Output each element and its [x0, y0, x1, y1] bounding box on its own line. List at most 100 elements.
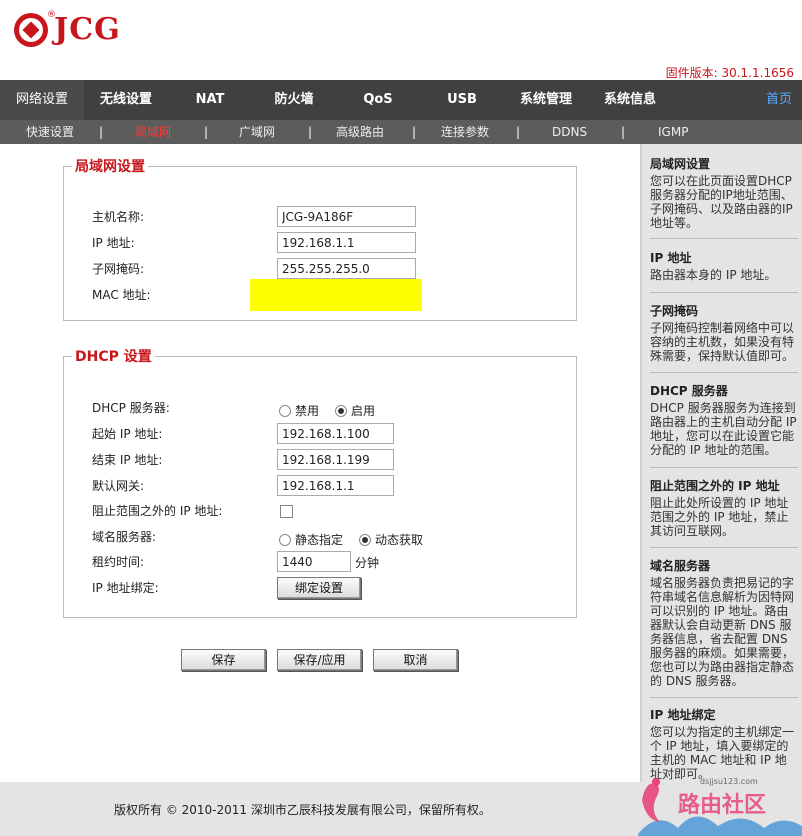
lan-ip-row: IP 地址: [92, 232, 135, 254]
save-apply-button[interactable]: 保存/应用 [277, 649, 362, 671]
lan-ip-input[interactable] [277, 232, 416, 253]
tab-wireless-settings[interactable]: 无线设置 [84, 80, 168, 120]
lan-ip-label: IP 地址: [92, 236, 135, 250]
subnav-quick-setup[interactable]: 快速设置 [26, 120, 74, 144]
bind-settings-button[interactable]: 绑定设置 [277, 577, 361, 599]
help-section-dns: 域名服务器 域名服务器负责把易记的字符串域名信息解析为因特网可以识别的 IP 地… [650, 557, 798, 688]
help-section-dhcp: DHCP 服务器 DHCP 服务器服务为连接到路由器上的主机自动分配 IP 地址… [650, 382, 798, 457]
start-ip-label: 起始 IP 地址: [92, 427, 163, 441]
end-ip-input[interactable] [277, 449, 394, 470]
lease-time-row: 租约时间: [92, 551, 144, 573]
tab-network-settings[interactable]: 网络设置 [0, 80, 84, 120]
save-button[interactable]: 保存 [181, 649, 266, 671]
dhcp-disable-radio[interactable] [279, 404, 291, 417]
logo-registered-mark: ® [47, 10, 56, 20]
mac-address-row: MAC 地址: [92, 284, 151, 306]
lease-time-input[interactable] [277, 551, 351, 572]
tab-system-info[interactable]: 系统信息 [588, 80, 672, 120]
subnav-wan[interactable]: 广域网 [239, 120, 275, 144]
help-text: DHCP 服务器服务为连接到路由器上的主机自动分配 IP 地址，您可以在此设置它… [650, 401, 797, 457]
sub-nav: 快速设置 | 局域网 | 广域网 | 高级路由 | 连接参数 | DDNS | … [0, 120, 802, 144]
cancel-button[interactable]: 取消 [373, 649, 458, 671]
dns-server-label: 域名服务器: [92, 530, 157, 544]
subnet-mask-input[interactable] [277, 258, 416, 279]
block-outside-ip-row: 阻止范围之外的 IP 地址: [92, 500, 222, 522]
help-title: 阻止范围之外的 IP 地址 [650, 479, 780, 493]
gateway-row: 默认网关: [92, 475, 144, 497]
help-text: 域名服务器负责把易记的字符串域名信息解析为因特网可以识别的 IP 地址。路由器默… [650, 576, 795, 688]
ip-binding-label: IP 地址绑定: [92, 581, 159, 595]
dns-dynamic-radio[interactable] [359, 533, 372, 546]
subnet-mask-label: 子网掩码: [92, 262, 145, 276]
tab-qos[interactable]: QoS [336, 80, 420, 120]
help-divider [650, 292, 798, 293]
header: ® JCG 固件版本: 30.1.1.1656 [0, 0, 802, 80]
subnav-igmp[interactable]: IGMP [658, 120, 688, 144]
tab-firewall[interactable]: 防火墙 [252, 80, 336, 120]
gateway-label: 默认网关: [92, 479, 145, 493]
hostname-row: 主机名称: [92, 206, 144, 228]
dhcp-settings-legend: DHCP 设置 [75, 349, 152, 365]
subnav-separator: | [99, 125, 104, 139]
watermark-logo: 路由社区 dsjjsu123.com [638, 777, 802, 836]
lease-time-label: 租约时间: [92, 555, 145, 569]
mac-address-redacted [250, 279, 422, 311]
tab-nat[interactable]: NAT [168, 80, 252, 120]
brand-logo[interactable]: ® JCG [14, 10, 121, 47]
end-ip-row: 结束 IP 地址: [92, 449, 162, 471]
help-title: DHCP 服务器 [650, 384, 728, 398]
subnav-lan[interactable]: 局域网 [135, 120, 171, 144]
subnav-connection-params[interactable]: 连接参数 [441, 120, 489, 144]
help-text: 路由器本身的 IP 地址。 [650, 268, 777, 282]
subnav-separator: | [621, 125, 626, 139]
tab-usb[interactable]: USB [420, 80, 504, 120]
dhcp-server-label: DHCP 服务器: [92, 401, 170, 415]
dhcp-server-radio-group: 禁用 启用 [279, 402, 375, 419]
help-divider [650, 697, 798, 698]
main-nav: 网络设置 无线设置 NAT 防火墙 QoS USB 系统管理 系统信息 首页 [0, 80, 802, 120]
block-outside-ip-label: 阻止范围之外的 IP 地址: [92, 504, 223, 518]
lan-settings-section: 局域网设置 主机名称: IP 地址: 子网掩码: MAC 地址: [63, 156, 577, 321]
dhcp-disable-label: 禁用 [295, 404, 320, 418]
help-section-mask: 子网掩码 子网掩码控制着网络中可以容纳的主机数，如果没有特殊需要，保持默认值即可… [650, 302, 798, 363]
help-title: IP 地址 [650, 251, 692, 265]
help-title: 域名服务器 [650, 559, 711, 573]
mac-address-label: MAC 地址: [92, 288, 151, 302]
firmware-version: 固件版本: 30.1.1.1656 [665, 66, 794, 80]
main-content: 局域网设置 主机名称: IP 地址: 子网掩码: MAC 地址: DHCP 设置… [0, 144, 640, 782]
help-title: 子网掩码 [650, 304, 699, 318]
dns-dynamic-label: 动态获取 [375, 533, 424, 547]
watermark-name: 路由社区 [678, 792, 766, 818]
help-section-lan: 局域网设置 您可以在此页面设置DHCP服务器分配的IP地址范围、子网掩码、以及路… [650, 155, 798, 230]
hostname-label: 主机名称: [92, 210, 145, 224]
home-link[interactable]: 首页 [766, 80, 802, 120]
subnav-advanced-routing[interactable]: 高级路由 [336, 120, 384, 144]
dhcp-server-row: DHCP 服务器: [92, 397, 170, 419]
gateway-input[interactable] [277, 475, 394, 496]
block-outside-ip-checkbox[interactable] [280, 505, 293, 518]
help-section-ip: IP 地址 路由器本身的 IP 地址。 [650, 249, 798, 282]
help-text: 您可以在此页面设置DHCP服务器分配的IP地址范围、子网掩码、以及路由器的IP地… [650, 174, 793, 230]
help-divider [650, 372, 798, 373]
dns-radio-group: 静态指定 动态获取 [279, 531, 423, 548]
help-text: 阻止此处所设置的 IP 地址范围之外的 IP 地址，禁止其访问互联网。 [650, 496, 789, 538]
help-title: IP 地址绑定 [650, 708, 716, 722]
hostname-input[interactable] [277, 206, 416, 227]
end-ip-label: 结束 IP 地址: [92, 453, 163, 467]
watermark-site: dsjjsu123.com [700, 777, 758, 786]
subnav-separator: | [412, 125, 417, 139]
help-panel: 局域网设置 您可以在此页面设置DHCP服务器分配的IP地址范围、子网掩码、以及路… [640, 144, 802, 782]
subnav-separator: | [204, 125, 209, 139]
start-ip-row: 起始 IP 地址: [92, 423, 162, 445]
lan-settings-legend: 局域网设置 [75, 159, 145, 175]
dhcp-enable-radio[interactable] [335, 404, 348, 417]
dhcp-enable-label: 启用 [351, 404, 376, 418]
dns-static-radio[interactable] [279, 533, 291, 546]
tab-system-management[interactable]: 系统管理 [504, 80, 588, 120]
start-ip-input[interactable] [277, 423, 394, 444]
subnav-separator: | [308, 125, 313, 139]
subnav-ddns[interactable]: DDNS [552, 120, 587, 144]
logo-text: JCG [54, 12, 121, 47]
help-divider [650, 547, 798, 548]
dns-static-label: 静态指定 [295, 533, 344, 547]
